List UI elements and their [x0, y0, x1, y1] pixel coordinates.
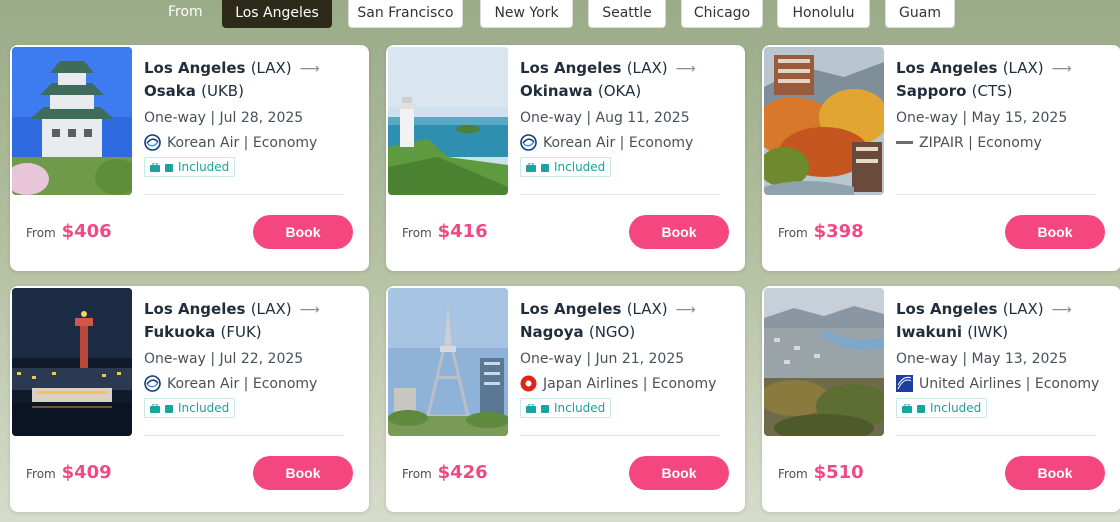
- korean-air-logo-icon: [520, 134, 537, 151]
- route-arrow-icon: ⟶: [299, 61, 320, 77]
- divider: [520, 194, 720, 195]
- destination-photo-iwakuni-city: [764, 288, 884, 436]
- united-airlines-logo-icon: [896, 375, 913, 392]
- book-button[interactable]: Book: [629, 215, 729, 249]
- deal-card-fukuoka[interactable]: Los Angeles (LAX) ⟶ Fukuoka (FUK) One-way…: [10, 286, 369, 512]
- route-arrow-icon: ⟶: [299, 302, 320, 318]
- korean-air-logo-icon: [144, 134, 161, 151]
- luggage-icon: [541, 404, 549, 413]
- route-origin: Los Angeles (LAX) ⟶: [896, 57, 1116, 80]
- luggage-icon: [541, 163, 549, 172]
- price-block: From $409: [26, 462, 112, 483]
- book-button[interactable]: Book: [253, 215, 353, 249]
- divider: [144, 194, 344, 195]
- route-destination: Okinawa (OKA): [520, 82, 642, 100]
- route-arrow-icon: ⟶: [675, 302, 696, 318]
- divider: [520, 435, 720, 436]
- route-origin: Los Angeles (LAX) ⟶: [896, 298, 1116, 321]
- bag-icon: [150, 162, 160, 172]
- price: $510: [813, 462, 864, 483]
- city-chip-new-york[interactable]: New York: [480, 0, 573, 28]
- japan-airlines-logo-icon: [520, 375, 537, 392]
- bag-icon: [526, 162, 536, 172]
- zipair-logo-icon: [896, 141, 913, 144]
- trip-details: One-way | Jun 21, 2025: [520, 351, 685, 367]
- price-block: From $416: [402, 221, 488, 242]
- price-block: From $510: [778, 462, 864, 483]
- bag-icon: [150, 403, 160, 413]
- luggage-icon: [917, 404, 925, 413]
- route-destination: Nagoya (NGO): [520, 323, 636, 341]
- baggage-included-badge: Included: [896, 398, 988, 418]
- trip-details: One-way | May 13, 2025: [896, 351, 1068, 367]
- price: $406: [61, 221, 112, 242]
- destination-photo-okinawa-lighthouse: [388, 47, 508, 195]
- origin-filter-bar: From Los Angeles San Francisco New York …: [0, 0, 1120, 30]
- trip-details: One-way | Jul 28, 2025: [144, 110, 304, 126]
- trip-details: One-way | Aug 11, 2025: [520, 110, 690, 126]
- airline-info: United Airlines | Economy: [896, 375, 1116, 392]
- route-destination: Osaka (UKB): [144, 82, 244, 100]
- airline-info: ZIPAIR | Economy: [896, 134, 1116, 151]
- price: $426: [437, 462, 488, 483]
- book-button[interactable]: Book: [253, 456, 353, 490]
- korean-air-logo-icon: [144, 375, 161, 392]
- airline-info: Korean Air | Economy: [144, 134, 364, 151]
- airline-info: Korean Air | Economy: [520, 134, 740, 151]
- city-chip-seattle[interactable]: Seattle: [588, 0, 666, 28]
- route-arrow-icon: ⟶: [1051, 302, 1072, 318]
- destination-photo-osaka-castle: [12, 47, 132, 195]
- city-chip-los-angeles[interactable]: Los Angeles: [222, 0, 332, 28]
- trip-details: One-way | May 15, 2025: [896, 110, 1068, 126]
- route-destination: Fukuoka (FUK): [144, 323, 262, 341]
- price-block: From $406: [26, 221, 112, 242]
- bag-icon: [902, 403, 912, 413]
- route-origin: Los Angeles (LAX) ⟶: [520, 298, 740, 321]
- book-button[interactable]: Book: [629, 456, 729, 490]
- route-arrow-icon: ⟶: [1051, 61, 1072, 77]
- book-button[interactable]: Book: [1005, 215, 1105, 249]
- divider: [896, 435, 1096, 436]
- divider: [896, 194, 1096, 195]
- book-button[interactable]: Book: [1005, 456, 1105, 490]
- route-origin: Los Angeles (LAX) ⟶: [144, 57, 364, 80]
- city-chip-chicago[interactable]: Chicago: [681, 0, 763, 28]
- price-block: From $398: [778, 221, 864, 242]
- price: $409: [61, 462, 112, 483]
- route-destination: Sapporo (CTS): [896, 82, 1013, 100]
- bag-icon: [526, 403, 536, 413]
- price: $398: [813, 221, 864, 242]
- deal-card-nagoya[interactable]: Los Angeles (LAX) ⟶ Nagoya (NGO) One-way …: [386, 286, 745, 512]
- route-origin: Los Angeles (LAX) ⟶: [144, 298, 364, 321]
- city-chip-guam[interactable]: Guam: [885, 0, 955, 28]
- airline-info: Japan Airlines | Economy: [520, 375, 740, 392]
- airline-info: Korean Air | Economy: [144, 375, 364, 392]
- deal-card-sapporo[interactable]: Los Angeles (LAX) ⟶ Sapporo (CTS) One-way…: [762, 45, 1120, 271]
- price-block: From $426: [402, 462, 488, 483]
- baggage-included-badge: Included: [144, 398, 236, 418]
- route-origin: Los Angeles (LAX) ⟶: [520, 57, 740, 80]
- luggage-icon: [165, 163, 173, 172]
- destination-photo-fukuoka-night: [12, 288, 132, 436]
- route-arrow-icon: ⟶: [675, 61, 696, 77]
- deal-card-okinawa[interactable]: Los Angeles (LAX) ⟶ Okinawa (OKA) One-way…: [386, 45, 745, 271]
- city-chip-san-francisco[interactable]: San Francisco: [348, 0, 463, 28]
- from-label: From: [168, 4, 203, 20]
- price: $416: [437, 221, 488, 242]
- deal-card-iwakuni[interactable]: Los Angeles (LAX) ⟶ Iwakuni (IWK) One-way…: [762, 286, 1120, 512]
- destination-photo-nagoya-tower: [388, 288, 508, 436]
- route-destination: Iwakuni (IWK): [896, 323, 1009, 341]
- baggage-included-badge: Included: [520, 157, 612, 177]
- destination-photo-sapporo-autumn: [764, 47, 884, 195]
- deal-card-osaka[interactable]: Los Angeles (LAX) ⟶ Osaka (UKB) One-way |…: [10, 45, 369, 271]
- trip-details: One-way | Jul 22, 2025: [144, 351, 304, 367]
- baggage-included-badge: Included: [520, 398, 612, 418]
- city-chip-honolulu[interactable]: Honolulu: [777, 0, 870, 28]
- baggage-included-badge: Included: [144, 157, 236, 177]
- luggage-icon: [165, 404, 173, 413]
- divider: [144, 435, 344, 436]
